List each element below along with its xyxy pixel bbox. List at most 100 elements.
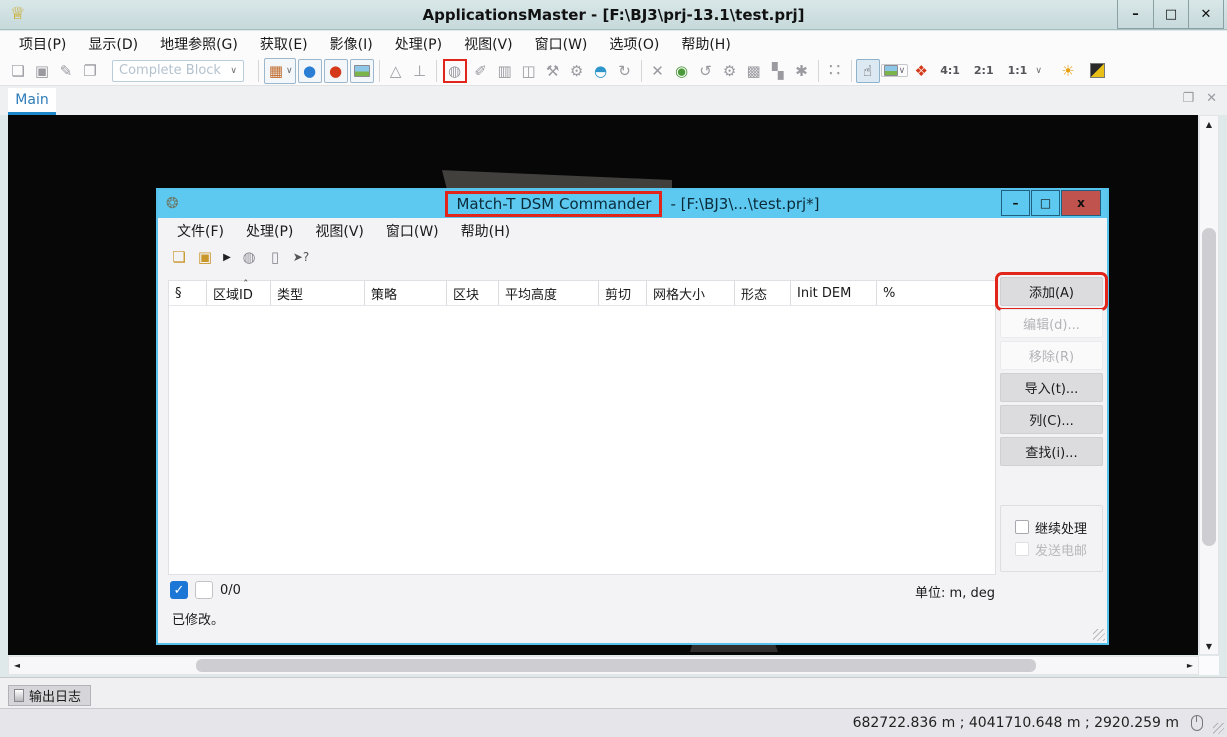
red-sphere-check-icon[interactable]: ●: [324, 59, 348, 83]
contrast-icon[interactable]: [1086, 59, 1110, 83]
block-grid-button[interactable]: ▦ ∨: [264, 58, 296, 84]
image-view-icon[interactable]: [350, 59, 374, 83]
save-project-icon[interactable]: ▣: [30, 59, 54, 83]
plumb-icon: ⊥: [408, 59, 432, 83]
toolbar-separator: [436, 60, 437, 82]
dialog-maximize-button[interactable]: □: [1031, 190, 1060, 216]
dialog-minimize-button[interactable]: –: [1001, 190, 1030, 216]
col-clip[interactable]: 剪切: [599, 281, 647, 305]
dialog-window-controls: – □ x: [1000, 190, 1101, 216]
find-button[interactable]: 查找(i)...: [1000, 437, 1103, 466]
dsm-task-table: § 区域ID ˆ 类型 策略 区块 平均高度 剪切 网格大小 形态 Init D…: [168, 280, 996, 575]
continue-processing-checkbox[interactable]: [1015, 520, 1029, 534]
col-strategy[interactable]: 策略: [365, 281, 447, 305]
import-button[interactable]: 导入(t)...: [1000, 373, 1103, 402]
close-tab-icon[interactable]: ✕: [1206, 91, 1217, 106]
horizontal-scrollbar[interactable]: ◄ ►: [8, 656, 1199, 675]
pan-hand-icon[interactable]: ☝: [856, 59, 880, 83]
menu-project[interactable]: 项目(P): [8, 34, 77, 54]
col-percent[interactable]: %: [877, 281, 995, 305]
dialog-menubar: 文件(F) 处理(P) 视图(V) 窗口(W) 帮助(H): [158, 218, 1107, 244]
dialog-save-icon[interactable]: ▣: [192, 245, 218, 269]
col-section[interactable]: §: [169, 281, 207, 305]
sort-indicator-icon: ˆ: [243, 278, 249, 291]
toolbar-separator: [379, 60, 380, 82]
zoom-1-1-button[interactable]: 1:1: [1008, 64, 1028, 77]
maximize-button[interactable]: □: [1153, 0, 1188, 28]
dialog-menu-file[interactable]: 文件(F): [166, 221, 235, 241]
minimize-button[interactable]: –: [1118, 0, 1153, 28]
restore-window-icon[interactable]: ❐: [1182, 91, 1194, 106]
menu-view[interactable]: 视图(V): [453, 34, 524, 54]
tab-main[interactable]: Main: [8, 88, 56, 115]
run-icon[interactable]: ▶: [218, 245, 236, 269]
menu-imagery[interactable]: 影像(I): [319, 34, 384, 54]
scroll-left-icon[interactable]: ◄: [9, 657, 25, 674]
col-type[interactable]: 类型: [271, 281, 365, 305]
dialog-menu-window[interactable]: 窗口(W): [375, 221, 450, 241]
dialog-open-icon[interactable]: ❏: [166, 245, 192, 269]
select-all-checkbox[interactable]: ✓: [170, 581, 188, 599]
col-grid-size[interactable]: 网格大小: [647, 281, 735, 305]
col-block[interactable]: 区块: [447, 281, 499, 305]
match-t-dsm-icon[interactable]: ◍: [443, 59, 467, 83]
fit-view-icon[interactable]: ❖: [909, 59, 933, 83]
menu-window[interactable]: 窗口(W): [524, 34, 599, 54]
block-combo[interactable]: Complete Block ∨: [112, 60, 244, 82]
context-help-icon[interactable]: ➤?: [288, 245, 314, 269]
dialog-close-button[interactable]: x: [1061, 190, 1101, 216]
main-window-title: ApplicationsMaster - [F:\BJ3\prj-13.1\te…: [0, 0, 1227, 30]
scroll-up-icon[interactable]: ▲: [1200, 116, 1218, 132]
columns-button[interactable]: 列(C)...: [1000, 405, 1103, 434]
menu-options[interactable]: 选项(O): [598, 34, 670, 54]
vertical-scrollbar[interactable]: ▲ ▼: [1199, 115, 1219, 655]
blue-sphere-icon[interactable]: ●: [298, 59, 322, 83]
brightness-icon[interactable]: ☀: [1056, 59, 1080, 83]
table-header-row: § 区域ID ˆ 类型 策略 区块 平均高度 剪切 网格大小 形态 Init D…: [169, 281, 995, 306]
image-eye-icon[interactable]: ◉: [670, 59, 694, 83]
dialog-menu-help[interactable]: 帮助(H): [450, 221, 521, 241]
contrast-swatch-icon: [1090, 63, 1105, 78]
scroll-right-icon[interactable]: ►: [1182, 657, 1198, 674]
rotate-icon: ↻: [613, 59, 637, 83]
chevron-down-icon[interactable]: ∨: [230, 66, 237, 76]
open-project-icon[interactable]: ❏: [6, 59, 30, 83]
menu-display[interactable]: 显示(D): [77, 34, 149, 54]
col-area-id[interactable]: 区域ID ˆ: [207, 281, 271, 305]
zoom-4-1-button[interactable]: 4:1: [940, 64, 960, 77]
menu-help[interactable]: 帮助(H): [670, 34, 741, 54]
chevron-down-icon[interactable]: ∨: [1035, 66, 1042, 76]
dialog-menu-view[interactable]: 视图(V): [304, 221, 375, 241]
scroll-down-icon[interactable]: ▼: [1200, 638, 1218, 654]
dialog-menu-process[interactable]: 处理(P): [235, 221, 304, 241]
add-button[interactable]: 添加(A): [1000, 277, 1103, 306]
window-resize-grip[interactable]: [1213, 723, 1224, 734]
output-log-button[interactable]: 输出日志: [8, 685, 91, 706]
zoom-2-1-button[interactable]: 2:1: [974, 64, 994, 77]
col-shape[interactable]: 形态: [735, 281, 791, 305]
menu-acquire[interactable]: 获取(E): [249, 34, 319, 54]
overview-zoom-button[interactable]: ∨: [881, 64, 909, 77]
menu-georeference[interactable]: 地理参照(G): [149, 34, 249, 54]
col-avg-height[interactable]: 平均高度: [499, 281, 599, 305]
menu-process[interactable]: 处理(P): [384, 34, 453, 54]
filter-checkbox[interactable]: [195, 581, 213, 599]
scooter-icon: ⚙: [565, 59, 589, 83]
table-body[interactable]: [169, 306, 995, 574]
mdi-window-controls: ❐ ✕: [1182, 91, 1217, 106]
mdi-tabrow: Main ❐ ✕: [0, 86, 1227, 115]
process-options-group: 继续处理 发送电邮: [1000, 505, 1103, 572]
columns-icon: ▥: [493, 59, 517, 83]
edit-project-icon[interactable]: ✎: [54, 59, 78, 83]
vertical-scroll-thumb[interactable]: [1202, 228, 1216, 546]
block-grid-icon: ▦: [267, 59, 285, 83]
output-log-label: 输出日志: [29, 686, 81, 705]
close-button[interactable]: ✕: [1188, 0, 1223, 28]
scrollbar-corner: [1199, 656, 1219, 675]
horizontal-scroll-thumb[interactable]: [196, 659, 1036, 672]
resize-grip[interactable]: [1093, 629, 1105, 641]
copy-image-icon[interactable]: ❐: [78, 59, 102, 83]
continue-processing-row[interactable]: 继续处理: [1015, 516, 1102, 538]
dialog-title-highlighted: Match-T DSM Commander: [445, 191, 662, 217]
col-init-dem[interactable]: Init DEM: [791, 281, 877, 305]
